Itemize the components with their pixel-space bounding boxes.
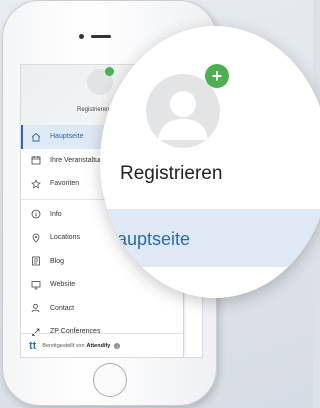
info-icon bbox=[30, 208, 42, 220]
menu-item-label: Favoriten bbox=[50, 180, 80, 188]
magnified-callout: + Registrieren Hauptseite bbox=[100, 26, 320, 298]
calendar-icon bbox=[30, 154, 42, 166]
menu-item-contact[interactable]: Contact bbox=[21, 297, 183, 321]
contact-icon bbox=[30, 302, 42, 314]
add-profile-icon[interactable]: + bbox=[205, 64, 229, 88]
powered-by-footer[interactable]: tt Bereitgestellt von Attendify i bbox=[21, 333, 183, 357]
brand-name: Attendify bbox=[86, 343, 111, 349]
register-label[interactable]: Registrieren bbox=[120, 163, 222, 185]
info-icon[interactable]: i bbox=[114, 343, 121, 349]
menu-item-label: Hauptseite bbox=[50, 133, 84, 141]
camera-dot bbox=[79, 34, 84, 39]
add-profile-icon[interactable] bbox=[105, 67, 114, 76]
star-icon bbox=[30, 178, 42, 190]
location-pin-icon bbox=[30, 232, 42, 244]
menu-item-label: Info bbox=[50, 210, 62, 218]
home-button[interactable] bbox=[93, 363, 127, 397]
speaker-grille bbox=[91, 35, 111, 38]
menu-item-label: Locations bbox=[50, 234, 80, 242]
monitor-icon bbox=[30, 279, 42, 291]
active-item-label[interactable]: Hauptseite bbox=[104, 229, 190, 250]
powered-by-text: Bereitgestellt von bbox=[42, 343, 85, 349]
home-icon bbox=[30, 131, 42, 143]
blog-icon bbox=[30, 255, 42, 267]
menu-item-label: Contact bbox=[50, 304, 75, 312]
menu-item-label: Website bbox=[50, 281, 76, 289]
register-label[interactable]: Registrieren bbox=[77, 107, 109, 113]
menu-item-label: Blog bbox=[50, 257, 65, 265]
attendify-logo: tt bbox=[29, 340, 37, 352]
